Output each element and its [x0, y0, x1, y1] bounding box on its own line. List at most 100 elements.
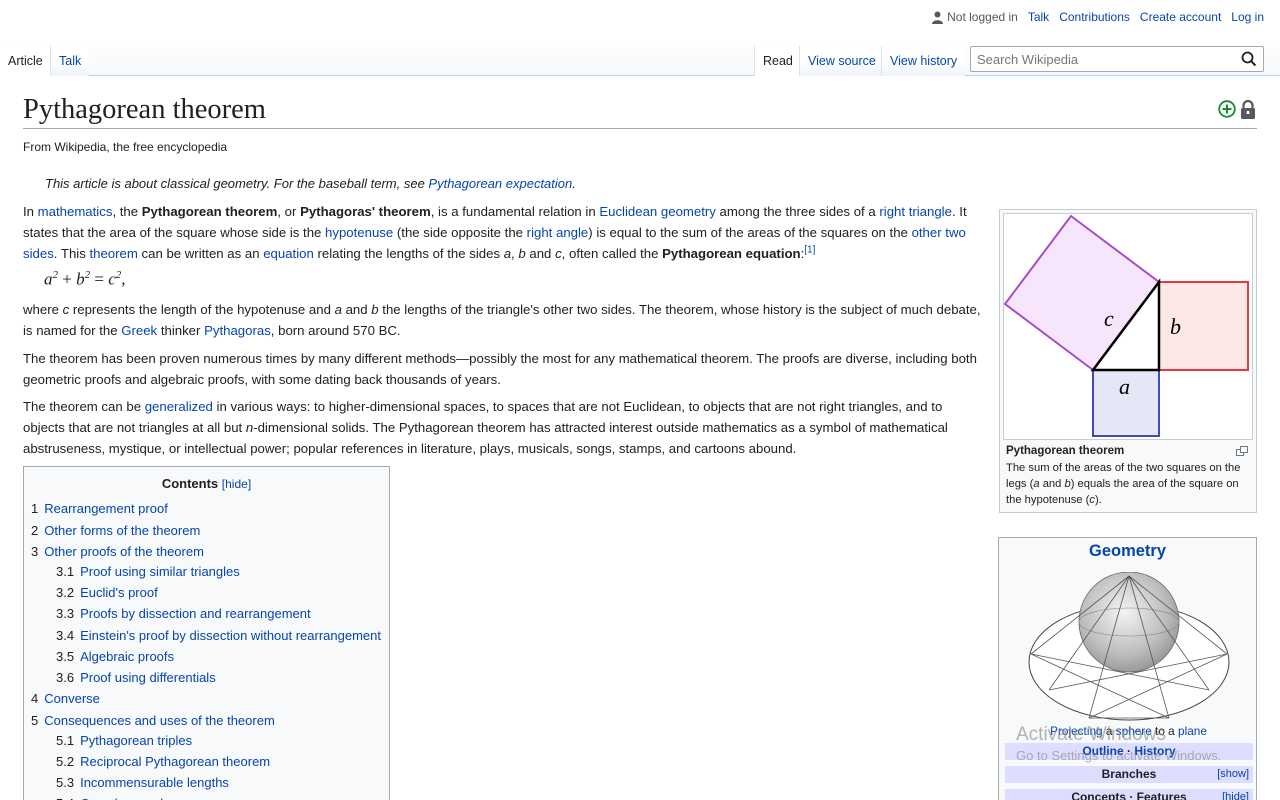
text: In — [23, 204, 38, 219]
toc-item-link[interactable]: Proof using similar triangles — [80, 564, 240, 579]
navbox-image-caption: Projecting a sphere to a plane — [999, 724, 1258, 738]
toc-item-number: 3.2 — [56, 585, 75, 600]
toc-title: Contents [hide] — [32, 476, 381, 491]
link-equation[interactable]: equation — [263, 246, 314, 261]
search-input[interactable] — [971, 47, 1221, 71]
toc-item-link[interactable]: Einstein's proof by dissection without r… — [80, 628, 381, 643]
link-hypotenuse[interactable]: hypotenuse — [325, 225, 393, 240]
text: among the three sides of a — [715, 204, 880, 219]
toc-item-link[interactable]: Other proofs of the theorem — [44, 544, 204, 559]
navbox-concepts-row[interactable]: Concepts · Features [hide] — [1005, 789, 1253, 800]
toc-item[interactable]: 3.4 Einstein's proof by dissection withou… — [56, 627, 381, 645]
link-theorem[interactable]: theorem — [89, 246, 137, 261]
lock-icon[interactable] — [1240, 100, 1256, 119]
pythagorean-equation: a2 + b2 = c2, — [44, 269, 125, 290]
toc-item-link[interactable]: Algebraic proofs — [80, 649, 174, 664]
toc-item-link[interactable]: Euclid's proof — [80, 585, 158, 600]
link-projecting[interactable]: Projecting — [1050, 724, 1102, 738]
toc-heading: Contents — [161, 476, 219, 491]
create-account-link[interactable]: Create account — [1140, 10, 1221, 24]
toc-item-link[interactable]: Incommensurable lengths — [80, 775, 229, 790]
navbox-outline-row: Outline · History — [1005, 743, 1253, 760]
user-talk-link[interactable]: Talk — [1028, 10, 1049, 24]
enlarge-icon[interactable] — [1236, 446, 1248, 456]
tagline: From Wikipedia, the free encyclopedia — [23, 140, 228, 154]
navbox-branches-row[interactable]: Branches [show] — [1005, 766, 1253, 783]
link-outline[interactable]: Outline — [1082, 744, 1123, 758]
search-icon[interactable] — [1241, 51, 1257, 67]
toc-item[interactable]: 5.3 Incommensurable lengths — [56, 774, 229, 792]
toc-item-link[interactable]: Pythagorean triples — [80, 733, 192, 748]
toc-item[interactable]: 5.2 Reciprocal Pythagorean theorem — [56, 753, 270, 771]
text: and — [1039, 478, 1065, 490]
reference-link[interactable]: [1] — [804, 245, 815, 256]
toc-item[interactable]: 3.1 Proof using similar triangles — [56, 563, 240, 581]
geometry-title-link[interactable]: Geometry — [1089, 542, 1166, 560]
text: , or — [277, 204, 301, 219]
label-b: b — [1170, 314, 1181, 339]
link-euclidean-geometry[interactable]: Euclidean geometry — [599, 204, 716, 219]
page-indicators — [1218, 100, 1256, 119]
bold-term: Pythagorean theorem — [141, 204, 278, 219]
tab-view-source-label: View source — [808, 54, 876, 68]
text: . This — [53, 246, 90, 261]
toc-item[interactable]: 5.4 Complex numbers — [56, 795, 186, 800]
toc-item-number: 5.2 — [56, 754, 75, 769]
concepts-hide-toggle[interactable]: [hide] — [1222, 789, 1249, 800]
tab-talk[interactable]: Talk — [50, 46, 90, 76]
table-of-contents: Contents [hide] 1 Rearrangement proof 2 Oth… — [23, 466, 390, 800]
link-generalized[interactable]: generalized — [145, 399, 213, 414]
link-mathematics[interactable]: mathematics — [38, 204, 113, 219]
link-sphere[interactable]: sphere — [1116, 724, 1152, 738]
sphere-projection-image[interactable] — [1019, 572, 1239, 722]
thumb-caption-title: Pythagorean theorem — [1006, 445, 1125, 457]
toc-item-link[interactable]: Converse — [44, 691, 100, 706]
tab-view-source[interactable]: View source — [799, 46, 884, 76]
link-plane[interactable]: plane — [1178, 724, 1207, 738]
link-greek[interactable]: Greek — [121, 323, 157, 338]
toc-item[interactable]: 2 Other forms of the theorem — [31, 522, 200, 540]
formula-b: b — [76, 269, 85, 289]
hatnote: This article is about classical geometry… — [45, 176, 576, 191]
comma: , — [121, 269, 126, 289]
toc-hide-toggle[interactable]: [hide] — [222, 477, 251, 491]
contributions-link[interactable]: Contributions — [1059, 10, 1130, 24]
toc-item-link[interactable]: Other forms of the theorem — [44, 523, 200, 538]
text: , born around 570 BC. — [270, 323, 401, 338]
toc-item[interactable]: 3.6 Proof using differentials — [56, 669, 216, 687]
toc-item[interactable]: 3.5 Algebraic proofs — [56, 648, 174, 666]
page-title: Pythagorean theorem — [23, 94, 1257, 129]
link-pythagoras[interactable]: Pythagoras — [204, 323, 271, 338]
tab-read[interactable]: Read — [754, 46, 801, 76]
toc-item[interactable]: 1 Rearrangement proof — [31, 500, 168, 518]
toc-item[interactable]: 3.3 Proofs by dissection and rearrangemen… — [56, 605, 311, 623]
log-in-link[interactable]: Log in — [1231, 10, 1264, 24]
branches-label: Branches — [1101, 767, 1157, 781]
toc-item[interactable]: 5 Consequences and uses of the theorem — [31, 712, 275, 730]
toc-item-link[interactable]: Proof using differentials — [80, 670, 216, 685]
toc-item-link[interactable]: Rearrangement proof — [44, 501, 168, 516]
toc-item-number: 2 — [31, 523, 39, 538]
text: (the side opposite the — [393, 225, 527, 240]
tab-view-history[interactable]: View history — [881, 46, 966, 76]
toc-item-link[interactable]: Proofs by dissection and rearrangement — [80, 606, 311, 621]
hatnote-link[interactable]: Pythagorean expectation — [428, 176, 572, 191]
toc-item-link[interactable]: Consequences and uses of the theorem — [44, 713, 275, 728]
var: a — [334, 302, 342, 317]
link-right-triangle[interactable]: right triangle — [879, 204, 952, 219]
link-right-angle[interactable]: right angle — [527, 225, 589, 240]
tab-read-label: Read — [763, 54, 793, 68]
toc-item-link[interactable]: Complex numbers — [80, 796, 186, 800]
pythagorean-diagram[interactable]: c b a — [1003, 213, 1253, 440]
branches-show-toggle[interactable]: [show] — [1217, 766, 1249, 783]
toc-item-link[interactable]: Reciprocal Pythagorean theorem — [80, 754, 270, 769]
toc-item[interactable]: 3 Other proofs of the theorem — [31, 543, 204, 561]
search-box — [970, 46, 1264, 72]
link-history[interactable]: History — [1134, 744, 1175, 758]
toc-item[interactable]: 5.1 Pythagorean triples — [56, 732, 192, 750]
good-article-icon[interactable] — [1218, 100, 1236, 118]
toc-item[interactable]: 3.2 Euclid's proof — [56, 584, 158, 602]
tab-article[interactable]: Article — [0, 46, 51, 76]
toc-item[interactable]: 4 Converse — [31, 690, 100, 708]
concepts-label: Concepts · Features — [1071, 790, 1187, 800]
